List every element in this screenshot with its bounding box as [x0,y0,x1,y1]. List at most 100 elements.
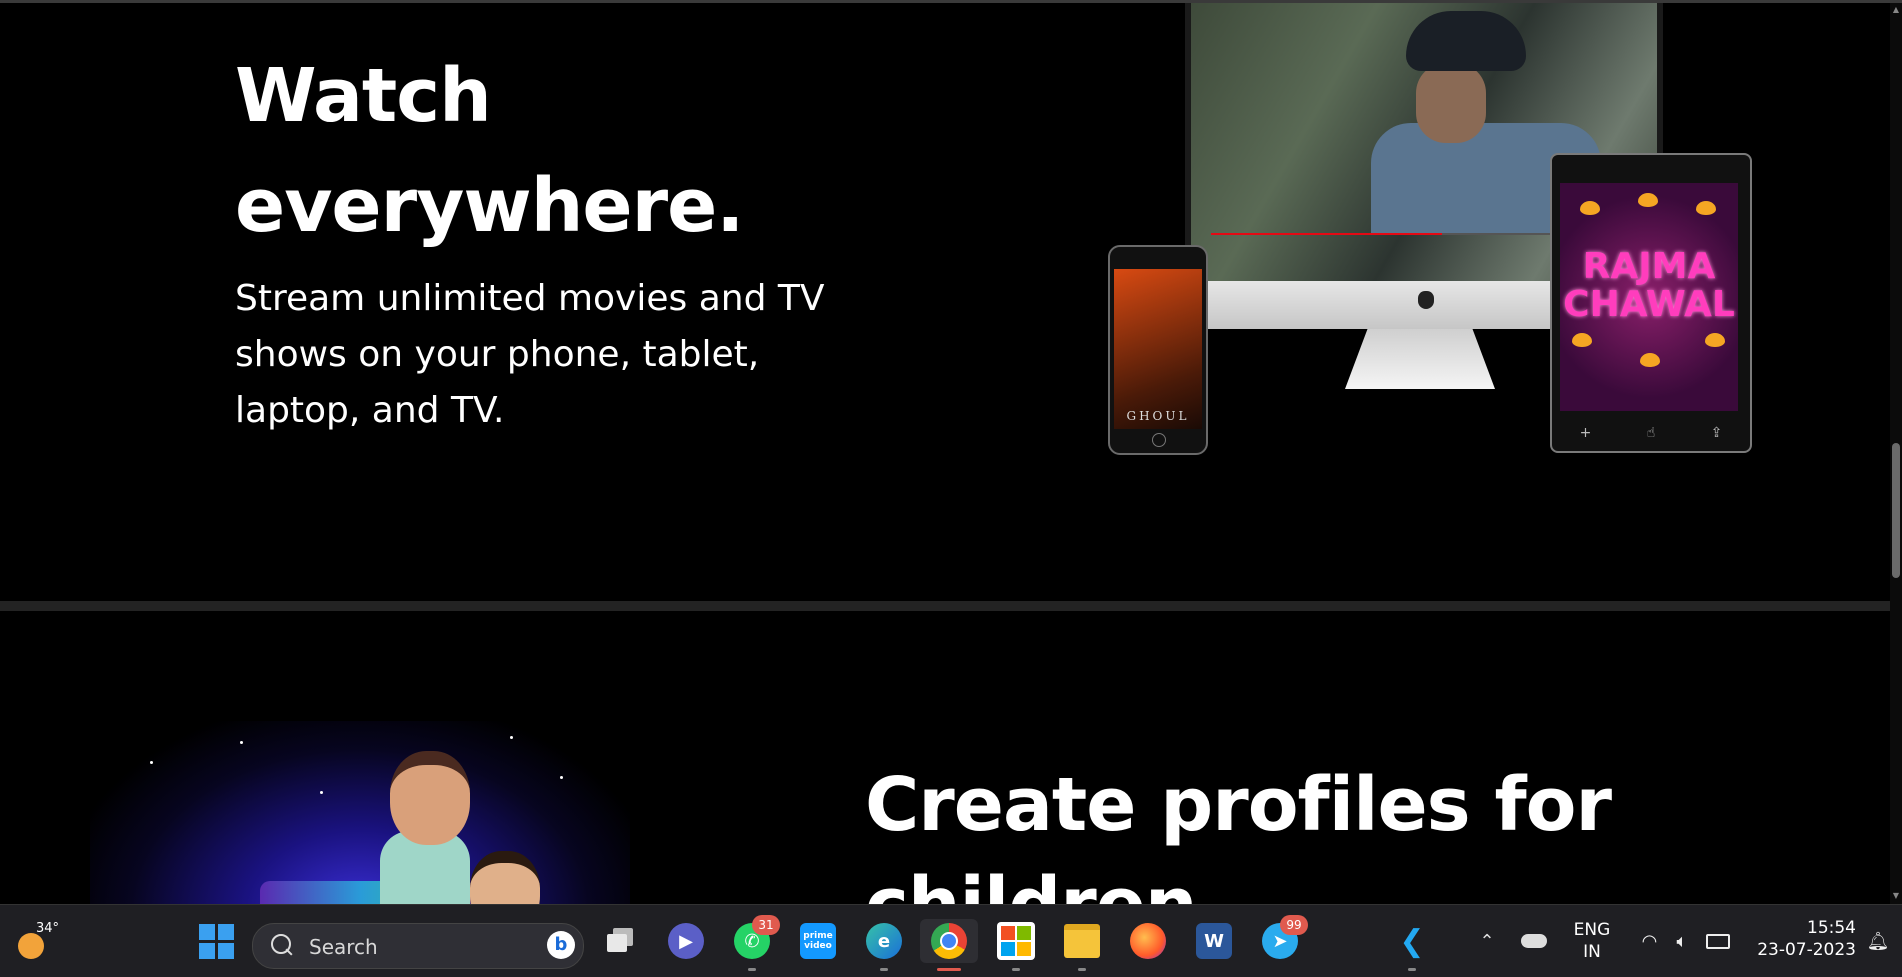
bell-icon: 🔔︎ [1866,930,1890,952]
firefox-app[interactable] [1126,919,1170,963]
volume-icon: 🔈︎ [1676,930,1688,952]
vscode-icon: ❮ [1399,923,1425,959]
chrome-browser-app[interactable] [920,919,978,971]
page-scrollbar[interactable]: ▲ ▼ [1890,3,1902,904]
store-tile [1001,926,1015,940]
running-indicator [880,968,888,971]
description-line-3: laptop, and TV. [235,390,505,431]
word-icon: W [1196,923,1232,959]
weather-widget[interactable]: 34° [8,919,59,963]
logo-tile [217,942,234,959]
star-decoration [150,761,153,764]
scroll-down-arrow-icon[interactable]: ▼ [1892,891,1900,901]
tablet-title-line-2: CHAWAL [1563,284,1735,325]
store-tile [1001,942,1015,956]
video-progress-fill [1211,233,1442,235]
star-decoration [510,736,513,739]
language-code: ENG [1573,920,1611,940]
profiles-heading-line-2: children. [865,855,1765,904]
create-profiles-heading: Create profiles for children. [865,755,1765,904]
task-view-front [607,934,627,952]
phone-poster: GHOUL [1114,269,1202,429]
edge-browser-app[interactable]: e [862,919,906,971]
star-decoration [560,776,563,779]
word-app[interactable]: W [1192,919,1236,963]
heading-line-1: Watch [235,53,492,139]
telegram-app[interactable]: ➤ 99 [1258,915,1308,963]
watch-everywhere-description: Stream unlimited movies and TV shows on … [235,271,855,439]
taskbar-search[interactable]: Search b [252,923,584,969]
folder-icon [1064,924,1100,958]
file-explorer-app[interactable] [1060,919,1104,971]
kid-boy-head [470,851,540,904]
diya-lamp-icon [1640,353,1660,367]
show-hidden-icons-button[interactable]: ⌃ [1470,919,1504,963]
profiles-heading-line-1: Create profiles for [865,762,1612,848]
diya-lamp-icon [1705,333,1725,347]
kid-girl-head [390,751,470,845]
video-label: video [804,941,832,951]
active-indicator [937,968,961,971]
weather-icon: 34° [14,921,59,959]
diya-lamp-icon [1638,193,1658,207]
tablet-device-image: RAJMA CHAWAL + ☝ ⇪ [1550,153,1752,453]
notifications-button[interactable]: 🔔︎ [1862,919,1894,963]
store-tile [1017,942,1031,956]
logo-tile [198,942,215,959]
language-indicator[interactable]: ENG IN [1566,919,1618,963]
onedrive-button[interactable] [1516,919,1552,963]
share-icon: ⇪ [1710,425,1723,441]
sun-icon [18,933,44,959]
clock-date: 23-07-2023 [1757,940,1856,960]
chrome-center [940,932,958,950]
video-camera-icon: ▶ [668,923,704,959]
clock[interactable]: 15:54 23-07-2023 [1748,917,1856,961]
chrome-icon [931,923,967,959]
start-button[interactable] [192,919,240,963]
diya-lamp-icon [1580,201,1600,215]
logo-tile [217,923,234,940]
heading-line-2: everywhere. [235,163,744,249]
whatsapp-app[interactable]: ✆ 31 [730,915,780,971]
chevron-up-icon: ⌃ [1479,930,1495,952]
region-code: IN [1583,942,1601,962]
browser-viewport[interactable]: Watch everywhere. Stream unlimited movie… [0,3,1890,904]
star-decoration [320,791,323,794]
apple-logo-icon [1418,291,1434,309]
running-indicator [748,968,756,971]
running-indicator [1078,968,1086,971]
whatsapp-badge: 31 [752,915,780,935]
imac-stand [1345,329,1495,389]
bing-icon[interactable]: b [547,931,575,959]
scrollbar-thumb[interactable] [1892,443,1900,578]
scroll-up-arrow-icon[interactable]: ▲ [1892,5,1900,15]
prime-video-app[interactable]: prime video [796,919,840,963]
running-indicator [1012,968,1020,971]
windows-taskbar: 34° Search b ▶ ✆ 31 prime video e W ➤ 99… [0,904,1902,977]
telegram-badge: 99 [1280,915,1308,935]
logo-tile [198,923,215,940]
diya-lamp-icon [1696,201,1716,215]
prime-label: prime [803,931,833,941]
thumb-icon: ☝ [1646,425,1656,441]
firefox-icon [1130,923,1166,959]
prime-video-icon: prime video [800,923,836,959]
weather-temperature: 34° [36,921,60,936]
tablet-title-line-1: RAJMA [1582,246,1716,287]
microsoft-store-app[interactable] [994,919,1038,971]
windows-logo-icon [198,923,234,959]
diya-lamp-icon [1572,333,1592,347]
plus-icon: + [1579,425,1592,441]
vscode-app[interactable]: ❮ [1390,919,1434,971]
teams-meet-app[interactable]: ▶ [664,919,708,963]
description-line-1: Stream unlimited movies and TV [235,278,825,319]
task-view-button[interactable] [598,919,642,963]
store-tile [1017,926,1031,940]
store-icon [997,922,1035,960]
cloud-icon [1521,934,1547,948]
watch-everywhere-section: Watch everywhere. Stream unlimited movie… [0,3,1890,601]
description-line-2: shows on your phone, tablet, [235,334,760,375]
quick-settings[interactable]: ◠ 🔈︎ [1632,919,1740,963]
tablet-poster-title: RAJMA CHAWAL [1560,248,1738,324]
edge-icon: e [866,923,902,959]
